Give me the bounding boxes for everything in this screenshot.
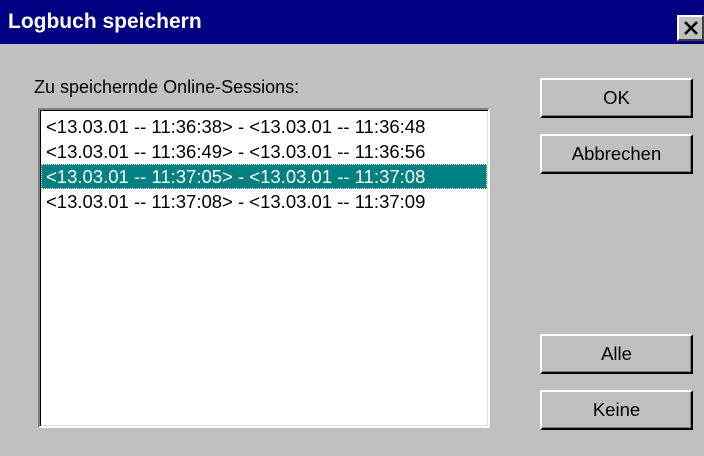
cancel-button[interactable]: Abbrechen bbox=[540, 134, 693, 174]
session-item[interactable]: <13.03.01 -- 11:36:38> - <13.03.01 -- 11… bbox=[41, 114, 487, 139]
session-item[interactable]: <13.03.01 -- 11:37:05> - <13.03.01 -- 11… bbox=[41, 164, 487, 189]
select-none-button[interactable]: Keine bbox=[540, 390, 693, 430]
session-item[interactable]: <13.03.01 -- 11:37:08> - <13.03.01 -- 11… bbox=[41, 189, 487, 214]
select-all-button[interactable]: Alle bbox=[540, 334, 693, 374]
close-button[interactable] bbox=[677, 15, 704, 41]
sessions-listbox[interactable]: <13.03.01 -- 11:36:38> - <13.03.01 -- 11… bbox=[38, 108, 490, 428]
close-icon bbox=[684, 21, 698, 35]
session-item[interactable]: <13.03.01 -- 11:36:49> - <13.03.01 -- 11… bbox=[41, 139, 487, 164]
save-logbook-dialog: Logbuch speichern Zu speichernde Online-… bbox=[0, 0, 704, 456]
title-bar[interactable]: Logbuch speichern bbox=[0, 0, 704, 44]
ok-button[interactable]: OK bbox=[540, 78, 693, 118]
window-title: Logbuch speichern bbox=[8, 10, 202, 33]
sessions-label: Zu speichernde Online-Sessions: bbox=[34, 77, 300, 97]
